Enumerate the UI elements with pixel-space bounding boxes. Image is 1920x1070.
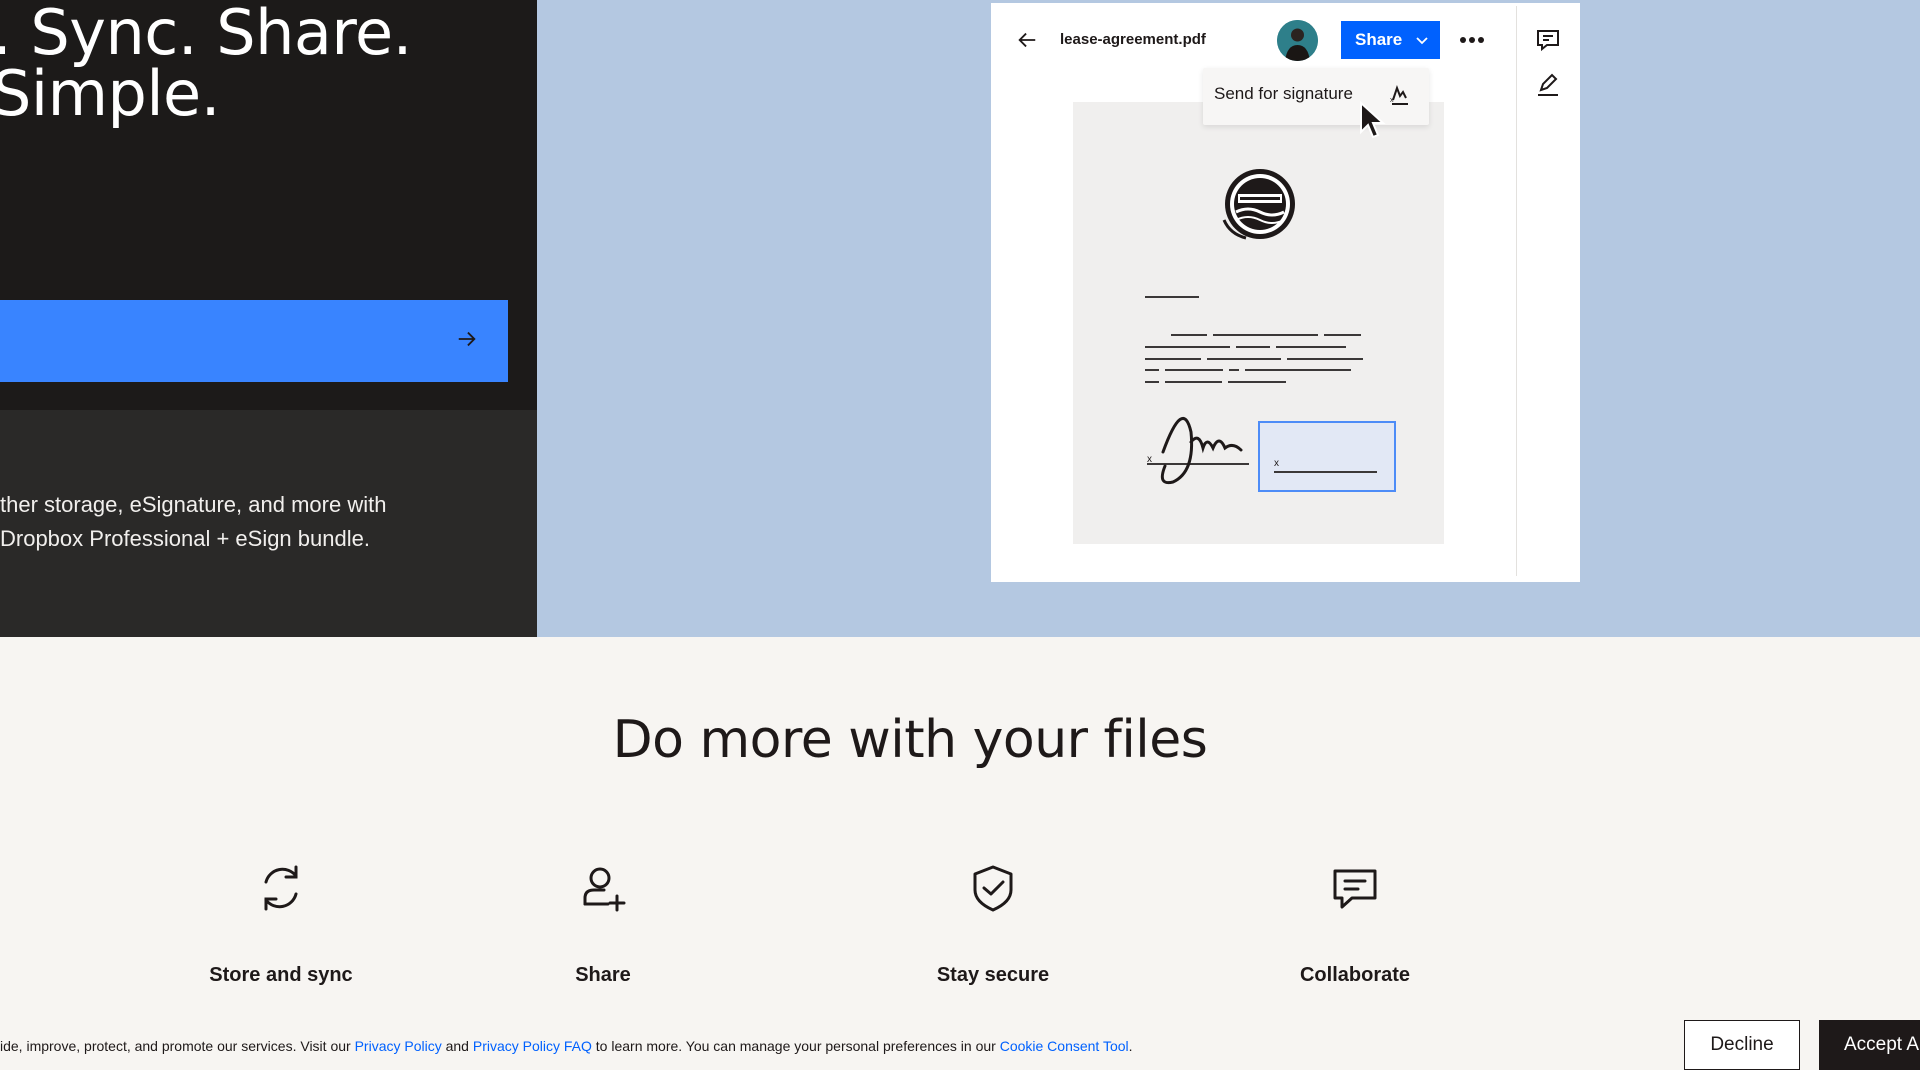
sync-icon bbox=[264, 865, 298, 911]
feature-stay-secure: Stay secure bbox=[873, 862, 1113, 987]
feature-label-stay-secure: Stay secure bbox=[936, 964, 1050, 986]
avatar[interactable] bbox=[1277, 20, 1318, 61]
feature-store-and-sync: Store and sync bbox=[161, 862, 401, 987]
hero-cta-button[interactable] bbox=[0, 300, 508, 382]
mockup-sidebar-divider bbox=[1516, 6, 1517, 576]
features-title: Do more with your files bbox=[612, 710, 1208, 770]
share-dropdown-menu: Send for signature x bbox=[1203, 68, 1429, 125]
feature-label-share: Share bbox=[575, 964, 631, 986]
pencil-icon[interactable] bbox=[1535, 72, 1561, 98]
signature-icon: x bbox=[1390, 85, 1408, 105]
back-arrow-icon[interactable] bbox=[1016, 29, 1038, 51]
svg-text:x: x bbox=[1274, 458, 1279, 469]
hero-title: . Sync. Share. Simple. bbox=[0, 0, 412, 130]
mockup-share-label: Share bbox=[1355, 30, 1403, 49]
hero-left-panel: . Sync. Share. Simple. ther storage, eSi… bbox=[0, 0, 537, 637]
decline-button[interactable]: Decline bbox=[1684, 1020, 1800, 1070]
shield-check-icon bbox=[973, 865, 1013, 912]
feature-collaborate: Collaborate bbox=[1235, 862, 1475, 987]
feature-share: Share bbox=[483, 862, 723, 987]
hero-title-line-2: Simple. bbox=[0, 57, 220, 130]
signature-mark: x bbox=[1147, 417, 1249, 485]
signature-field: x bbox=[1258, 421, 1396, 492]
svg-text:x: x bbox=[1147, 454, 1152, 465]
hero-title-line-1: . Sync. Share. bbox=[0, 0, 412, 69]
menu-item-send-for-signature[interactable]: Send for signature bbox=[1214, 84, 1353, 104]
comment-icon[interactable] bbox=[1535, 27, 1561, 53]
share-user-icon bbox=[583, 867, 626, 912]
document-text-lines bbox=[1145, 296, 1363, 383]
chevron-down-icon bbox=[1416, 37, 1428, 45]
feature-label-store-and-sync: Store and sync bbox=[209, 964, 353, 986]
more-icon[interactable] bbox=[1458, 30, 1486, 50]
hero-description: ther storage, eSignature, and more with … bbox=[0, 488, 520, 556]
seal-icon bbox=[1222, 169, 1295, 240]
document-preview: x x bbox=[1073, 102, 1444, 544]
comment-icon bbox=[1333, 869, 1377, 909]
hero-description-line-1: ther storage, eSignature, and more with bbox=[0, 492, 387, 517]
cursor-icon bbox=[1360, 100, 1386, 139]
arrow-right-icon bbox=[458, 331, 476, 347]
hero-description-line-2: Dropbox Professional + eSign bundle. bbox=[0, 526, 370, 551]
feature-label-collaborate: Collaborate bbox=[1299, 964, 1411, 986]
hero-section: . Sync. Share. Simple. ther storage, eSi… bbox=[0, 0, 1920, 637]
mockup-share-button[interactable]: Share bbox=[1341, 21, 1440, 59]
mockup-filename: lease-agreement.pdf bbox=[1060, 31, 1206, 48]
svg-text:x: x bbox=[1390, 97, 1394, 104]
accept-button[interactable]: Accept A bbox=[1819, 1020, 1920, 1070]
cookie-banner-text: ide, improve, protect, and promote our s… bbox=[0, 1036, 1133, 1056]
document-content: x x bbox=[1145, 169, 1396, 492]
